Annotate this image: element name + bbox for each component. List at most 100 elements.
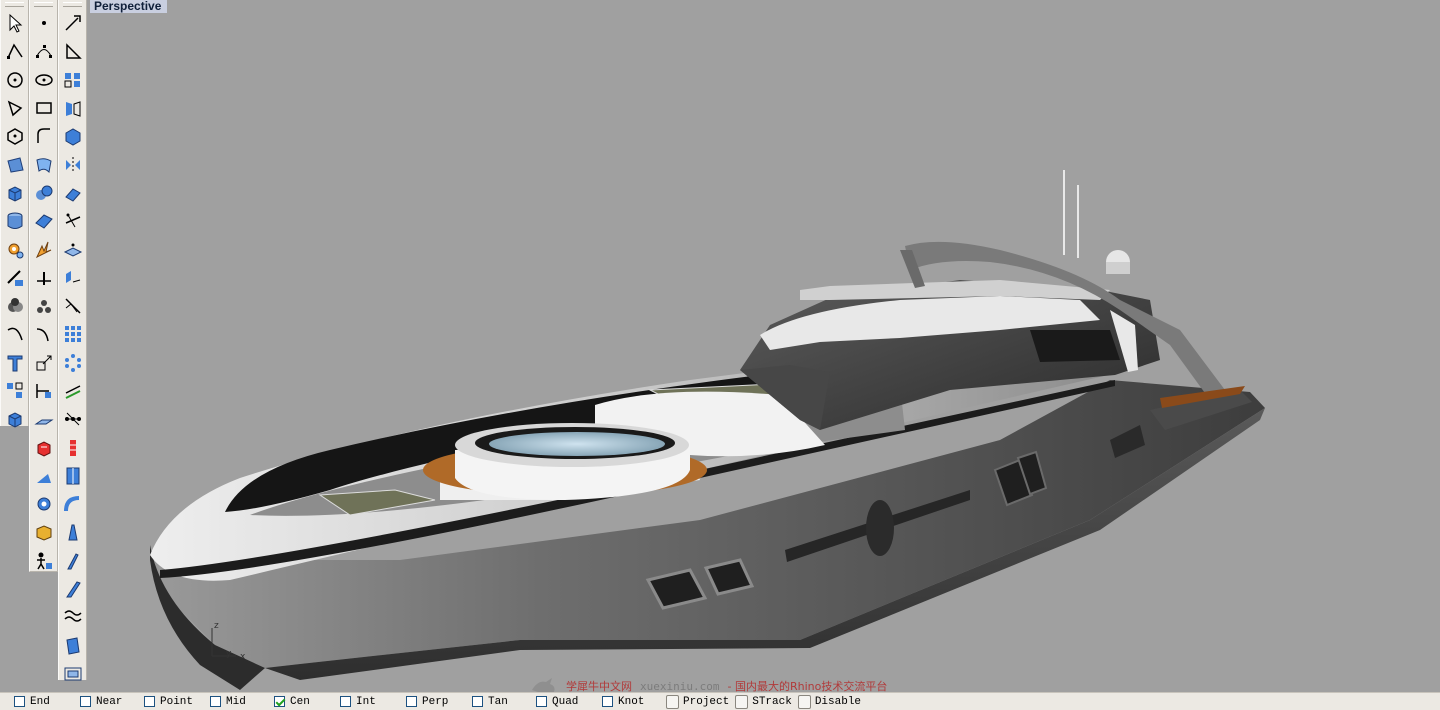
- cplane-button[interactable]: [30, 405, 57, 433]
- surface-corners-button[interactable]: [1, 150, 28, 178]
- project-toggle-box[interactable]: [666, 694, 679, 709]
- polyline-button[interactable]: [1, 37, 28, 65]
- move-vertex-icon: [63, 243, 82, 257]
- scale-button[interactable]: [30, 349, 57, 377]
- polar-array-button[interactable]: [59, 349, 86, 377]
- select-arrow-icon: [9, 14, 22, 33]
- group-button[interactable]: [1, 377, 28, 405]
- boolean-button[interactable]: [1, 292, 28, 320]
- toolbar-grip[interactable]: [63, 2, 82, 7]
- taper-button[interactable]: [59, 518, 86, 546]
- gear-settings-button[interactable]: [1, 235, 28, 263]
- osnap-end-checkbox[interactable]: [14, 696, 25, 707]
- osnap-quad[interactable]: Quad: [536, 693, 602, 710]
- polygon-corner-button[interactable]: [1, 94, 28, 122]
- material-box-button[interactable]: [30, 518, 57, 546]
- bend-button[interactable]: [59, 490, 86, 518]
- camera-button[interactable]: [59, 660, 86, 688]
- osnap-tan-checkbox[interactable]: [472, 696, 483, 707]
- osnap-perp[interactable]: Perp: [406, 693, 472, 710]
- move-button[interactable]: [59, 9, 86, 37]
- box-solid-button[interactable]: [1, 405, 28, 433]
- osnap-end-label: End: [30, 695, 50, 708]
- move-vertex-button[interactable]: [59, 235, 86, 263]
- mirror-button[interactable]: [59, 94, 86, 122]
- osnap-point[interactable]: Point: [144, 693, 210, 710]
- toolbar-grip[interactable]: [34, 2, 53, 7]
- perspective-viewport[interactable]: z y x: [88, 0, 1440, 690]
- box-solid-button[interactable]: [1, 179, 28, 207]
- osnap-tan[interactable]: Tan: [472, 693, 536, 710]
- twist-button[interactable]: [59, 547, 86, 575]
- sphere-button[interactable]: [30, 179, 57, 207]
- project-toggle[interactable]: Project: [666, 694, 729, 710]
- osnap-knot[interactable]: Knot: [602, 693, 666, 710]
- move-points-button[interactable]: [59, 405, 86, 433]
- loft-button[interactable]: [30, 150, 57, 178]
- text-icon: [7, 355, 22, 372]
- scale-icon: [36, 355, 51, 371]
- osnap-int[interactable]: Int: [340, 693, 406, 710]
- osnap-cen-checkbox[interactable]: [274, 696, 285, 707]
- history-button[interactable]: [59, 433, 86, 461]
- osnap-cen[interactable]: Cen: [274, 693, 340, 710]
- array-grid-button[interactable]: [59, 320, 86, 348]
- extrude-button[interactable]: [59, 264, 86, 292]
- cylinder-icon: [7, 212, 22, 230]
- surface-plane-button[interactable]: [30, 207, 57, 235]
- flip-button[interactable]: [59, 462, 86, 490]
- ellipse-button[interactable]: [30, 66, 57, 94]
- osnap-mid-checkbox[interactable]: [210, 696, 221, 707]
- viewport-title-tab[interactable]: Perspective: [90, 0, 168, 13]
- toolbar-grip[interactable]: [5, 2, 24, 7]
- osnap-near-checkbox[interactable]: [80, 696, 91, 707]
- polygon-center-button[interactable]: [1, 122, 28, 150]
- arc-button[interactable]: [30, 122, 57, 150]
- orient-button[interactable]: [59, 292, 86, 320]
- shear-button[interactable]: [59, 575, 86, 603]
- osnap-int-checkbox[interactable]: [340, 696, 351, 707]
- smash-button[interactable]: [59, 632, 86, 660]
- sun-button[interactable]: [30, 462, 57, 490]
- osnap-near[interactable]: Near: [80, 693, 144, 710]
- select-arrow-button[interactable]: [1, 9, 28, 37]
- mirror-surface-button[interactable]: [59, 150, 86, 178]
- transform-button[interactable]: [1, 264, 28, 292]
- rectangle-button[interactable]: [30, 94, 57, 122]
- osnap-cen-label: Cen: [290, 695, 310, 708]
- render-button[interactable]: [30, 433, 57, 461]
- fillet-curve-button[interactable]: [30, 320, 57, 348]
- split-button[interactable]: [30, 264, 57, 292]
- osnap-perp-checkbox[interactable]: [406, 696, 417, 707]
- osnap-mid[interactable]: Mid: [210, 693, 274, 710]
- osnap-point-checkbox[interactable]: [144, 696, 155, 707]
- osnap-quad-checkbox[interactable]: [536, 696, 547, 707]
- flow-button[interactable]: [59, 603, 86, 631]
- point-button[interactable]: [30, 9, 57, 37]
- disable-toggle[interactable]: Disable: [797, 694, 861, 710]
- gear-button[interactable]: [30, 490, 57, 518]
- point-cloud-icon: [36, 300, 51, 314]
- cylinder-button[interactable]: [1, 207, 28, 235]
- text-button[interactable]: [1, 349, 28, 377]
- osnap-end[interactable]: End: [0, 693, 80, 710]
- dimension-person-button[interactable]: [30, 547, 57, 575]
- solid-box-button[interactable]: [59, 122, 86, 150]
- sweep-button[interactable]: [59, 179, 86, 207]
- pipe-button[interactable]: [30, 377, 57, 405]
- disable-toggle-box[interactable]: [797, 694, 811, 709]
- project-button[interactable]: [59, 377, 86, 405]
- osnap-knot-checkbox[interactable]: [602, 696, 613, 707]
- polygon-center-icon: [6, 128, 23, 146]
- point-cloud-button[interactable]: [30, 292, 57, 320]
- strack-toggle[interactable]: STrack: [735, 694, 792, 710]
- trim-button[interactable]: [59, 207, 86, 235]
- array-button[interactable]: [59, 66, 86, 94]
- rotate-button[interactable]: [59, 37, 86, 65]
- explode-button[interactable]: [30, 235, 57, 263]
- curve-button[interactable]: [1, 320, 28, 348]
- curve-control-points-button[interactable]: [30, 37, 57, 65]
- osnap-quad-label: Quad: [552, 695, 579, 708]
- circle-button[interactable]: [1, 66, 28, 94]
- strack-toggle-box[interactable]: [735, 694, 749, 709]
